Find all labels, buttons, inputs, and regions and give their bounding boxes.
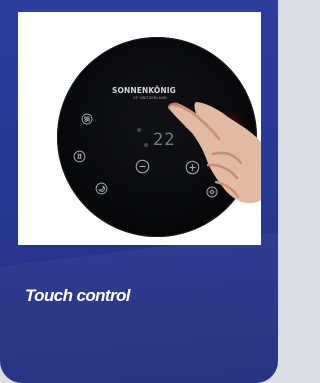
touching-hand — [168, 102, 261, 204]
feature-caption: Touch control — [25, 286, 131, 305]
brand-tagline: OF SWITZERLAND — [133, 96, 167, 100]
indicator-dot-lower — [144, 143, 148, 147]
product-photo: SONNENKÖNIG OF SWITZERLAND 22 °C — [18, 12, 261, 245]
indicator-dot-upper — [137, 128, 141, 132]
product-feature-card: SONNENKÖNIG OF SWITZERLAND 22 °C — [0, 0, 278, 383]
sleep-mode-icon — [95, 182, 108, 195]
minus-icon — [135, 159, 150, 174]
fan-mode-icon — [81, 113, 93, 125]
timer-icon — [73, 150, 86, 163]
